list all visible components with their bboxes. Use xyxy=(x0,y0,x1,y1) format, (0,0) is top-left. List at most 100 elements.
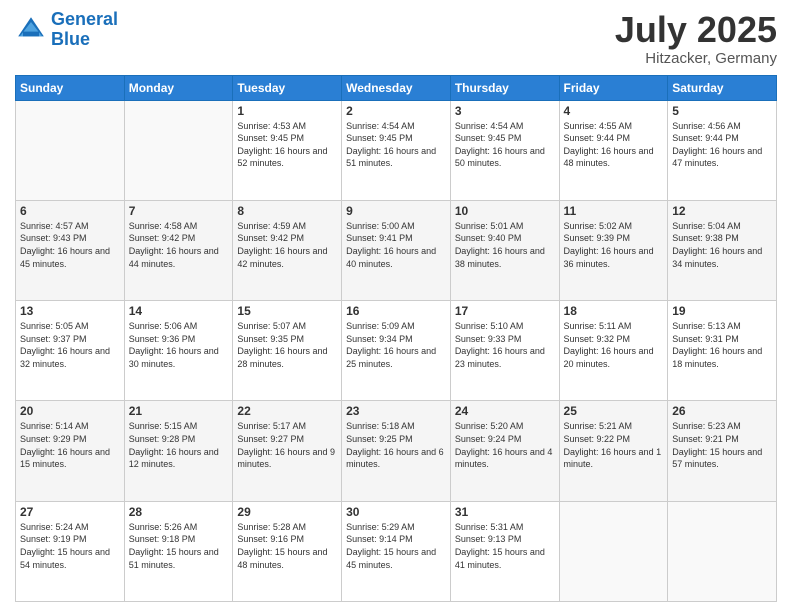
weekday-header-thursday: Thursday xyxy=(450,75,559,100)
day-info: Sunrise: 4:59 AM Sunset: 9:42 PM Dayligh… xyxy=(237,220,337,270)
weekday-header-saturday: Saturday xyxy=(668,75,777,100)
day-number: 11 xyxy=(564,204,664,218)
weekday-header-sunday: Sunday xyxy=(16,75,125,100)
calendar-week-row: 20 Sunrise: 5:14 AM Sunset: 9:29 PM Dayli… xyxy=(16,401,777,501)
day-number: 22 xyxy=(237,404,337,418)
day-number: 31 xyxy=(455,505,555,519)
day-number: 2 xyxy=(346,104,446,118)
calendar-cell: 20 Sunrise: 5:14 AM Sunset: 9:29 PM Dayli… xyxy=(16,401,125,501)
logo-line1: General xyxy=(51,9,118,29)
calendar-cell: 9Sunrise: 5:00 AM Sunset: 9:41 PM Daylig… xyxy=(342,200,451,300)
day-info: Sunrise: 4:55 AM Sunset: 9:44 PM Dayligh… xyxy=(564,120,664,170)
header: General Blue July 2025 Hitzacker, German… xyxy=(15,10,777,67)
day-info: Sunrise: 5:17 AM Sunset: 9:27 PM Dayligh… xyxy=(237,420,337,470)
calendar-cell: 7 Sunrise: 4:58 AM Sunset: 9:42 PM Daylig… xyxy=(124,200,233,300)
calendar-cell: 4Sunrise: 4:55 AM Sunset: 9:44 PM Daylig… xyxy=(559,100,668,200)
day-number: 24 xyxy=(455,404,555,418)
calendar-cell: 30Sunrise: 5:29 AM Sunset: 9:14 PM Dayli… xyxy=(342,501,451,601)
day-number: 7 xyxy=(129,204,229,218)
calendar-cell xyxy=(124,100,233,200)
day-number: 28 xyxy=(129,505,229,519)
day-number: 12 xyxy=(672,204,772,218)
day-number: 14 xyxy=(129,304,229,318)
calendar-cell: 22 Sunrise: 5:17 AM Sunset: 9:27 PM Dayli… xyxy=(233,401,342,501)
page: General Blue July 2025 Hitzacker, German… xyxy=(0,0,792,612)
calendar-cell: 1Sunrise: 4:53 AM Sunset: 9:45 PM Daylig… xyxy=(233,100,342,200)
weekday-header-row: SundayMondayTuesdayWednesdayThursdayFrid… xyxy=(16,75,777,100)
calendar-cell xyxy=(16,100,125,200)
title-block: July 2025 Hitzacker, Germany xyxy=(615,10,777,67)
calendar-cell: 28 Sunrise: 5:26 AM Sunset: 9:18 PM Dayli… xyxy=(124,501,233,601)
calendar-cell: 8Sunrise: 4:59 AM Sunset: 9:42 PM Daylig… xyxy=(233,200,342,300)
logo-icon xyxy=(15,14,47,46)
calendar-week-row: 13 Sunrise: 5:05 AM Sunset: 9:37 PM Dayli… xyxy=(16,301,777,401)
calendar-cell: 13 Sunrise: 5:05 AM Sunset: 9:37 PM Dayli… xyxy=(16,301,125,401)
calendar-cell: 23 Sunrise: 5:18 AM Sunset: 9:25 PM Dayli… xyxy=(342,401,451,501)
day-info: Sunrise: 5:31 AM Sunset: 9:13 PM Dayligh… xyxy=(455,521,555,571)
day-info: Sunrise: 5:21 AM Sunset: 9:22 PM Dayligh… xyxy=(564,420,664,470)
day-number: 5 xyxy=(672,104,772,118)
day-number: 13 xyxy=(20,304,120,318)
day-info: Sunrise: 5:20 AM Sunset: 9:24 PM Dayligh… xyxy=(455,420,555,470)
day-number: 21 xyxy=(129,404,229,418)
calendar-week-row: 1Sunrise: 4:53 AM Sunset: 9:45 PM Daylig… xyxy=(16,100,777,200)
day-info: Sunrise: 5:18 AM Sunset: 9:25 PM Dayligh… xyxy=(346,420,446,470)
day-number: 16 xyxy=(346,304,446,318)
calendar-cell: 15 Sunrise: 5:07 AM Sunset: 9:35 PM Dayli… xyxy=(233,301,342,401)
day-info: Sunrise: 4:54 AM Sunset: 9:45 PM Dayligh… xyxy=(346,120,446,170)
weekday-header-wednesday: Wednesday xyxy=(342,75,451,100)
calendar-cell: 21 Sunrise: 5:15 AM Sunset: 9:28 PM Dayli… xyxy=(124,401,233,501)
calendar-cell xyxy=(668,501,777,601)
day-info: Sunrise: 5:26 AM Sunset: 9:18 PM Dayligh… xyxy=(129,521,229,571)
day-number: 20 xyxy=(20,404,120,418)
weekday-header-tuesday: Tuesday xyxy=(233,75,342,100)
day-info: Sunrise: 5:05 AM Sunset: 9:37 PM Dayligh… xyxy=(20,320,120,370)
location: Hitzacker, Germany xyxy=(615,50,777,67)
day-number: 1 xyxy=(237,104,337,118)
day-number: 29 xyxy=(237,505,337,519)
day-number: 17 xyxy=(455,304,555,318)
day-info: Sunrise: 4:57 AM Sunset: 9:43 PM Dayligh… xyxy=(20,220,120,270)
day-info: Sunrise: 5:23 AM Sunset: 9:21 PM Dayligh… xyxy=(672,420,772,470)
day-number: 27 xyxy=(20,505,120,519)
calendar-cell: 5 Sunrise: 4:56 AM Sunset: 9:44 PM Daylig… xyxy=(668,100,777,200)
calendar-cell: 31 Sunrise: 5:31 AM Sunset: 9:13 PM Dayli… xyxy=(450,501,559,601)
day-info: Sunrise: 5:04 AM Sunset: 9:38 PM Dayligh… xyxy=(672,220,772,270)
weekday-header-monday: Monday xyxy=(124,75,233,100)
calendar-cell: 3Sunrise: 4:54 AM Sunset: 9:45 PM Daylig… xyxy=(450,100,559,200)
day-number: 30 xyxy=(346,505,446,519)
day-info: Sunrise: 5:13 AM Sunset: 9:31 PM Dayligh… xyxy=(672,320,772,370)
calendar-cell: 25Sunrise: 5:21 AM Sunset: 9:22 PM Dayli… xyxy=(559,401,668,501)
day-info: Sunrise: 5:15 AM Sunset: 9:28 PM Dayligh… xyxy=(129,420,229,470)
day-number: 9 xyxy=(346,204,446,218)
calendar-cell xyxy=(559,501,668,601)
weekday-header-friday: Friday xyxy=(559,75,668,100)
day-number: 19 xyxy=(672,304,772,318)
calendar-cell: 11 Sunrise: 5:02 AM Sunset: 9:39 PM Dayli… xyxy=(559,200,668,300)
day-info: Sunrise: 5:24 AM Sunset: 9:19 PM Dayligh… xyxy=(20,521,120,571)
day-info: Sunrise: 5:14 AM Sunset: 9:29 PM Dayligh… xyxy=(20,420,120,470)
day-number: 23 xyxy=(346,404,446,418)
day-info: Sunrise: 5:02 AM Sunset: 9:39 PM Dayligh… xyxy=(564,220,664,270)
calendar-week-row: 27 Sunrise: 5:24 AM Sunset: 9:19 PM Dayli… xyxy=(16,501,777,601)
calendar-cell: 12 Sunrise: 5:04 AM Sunset: 9:38 PM Dayli… xyxy=(668,200,777,300)
day-info: Sunrise: 5:07 AM Sunset: 9:35 PM Dayligh… xyxy=(237,320,337,370)
calendar-cell: 27 Sunrise: 5:24 AM Sunset: 9:19 PM Dayli… xyxy=(16,501,125,601)
logo: General Blue xyxy=(15,10,118,50)
day-info: Sunrise: 5:09 AM Sunset: 9:34 PM Dayligh… xyxy=(346,320,446,370)
day-number: 26 xyxy=(672,404,772,418)
calendar-cell: 24 Sunrise: 5:20 AM Sunset: 9:24 PM Dayli… xyxy=(450,401,559,501)
month-title: July 2025 xyxy=(615,10,777,50)
day-number: 18 xyxy=(564,304,664,318)
calendar-cell: 16 Sunrise: 5:09 AM Sunset: 9:34 PM Dayli… xyxy=(342,301,451,401)
day-info: Sunrise: 4:58 AM Sunset: 9:42 PM Dayligh… xyxy=(129,220,229,270)
day-info: Sunrise: 4:54 AM Sunset: 9:45 PM Dayligh… xyxy=(455,120,555,170)
calendar-cell: 10Sunrise: 5:01 AM Sunset: 9:40 PM Dayli… xyxy=(450,200,559,300)
day-info: Sunrise: 4:56 AM Sunset: 9:44 PM Dayligh… xyxy=(672,120,772,170)
day-number: 10 xyxy=(455,204,555,218)
day-info: Sunrise: 5:28 AM Sunset: 9:16 PM Dayligh… xyxy=(237,521,337,571)
calendar-cell: 29 Sunrise: 5:28 AM Sunset: 9:16 PM Dayli… xyxy=(233,501,342,601)
day-info: Sunrise: 5:10 AM Sunset: 9:33 PM Dayligh… xyxy=(455,320,555,370)
calendar-cell: 6Sunrise: 4:57 AM Sunset: 9:43 PM Daylig… xyxy=(16,200,125,300)
day-number: 15 xyxy=(237,304,337,318)
